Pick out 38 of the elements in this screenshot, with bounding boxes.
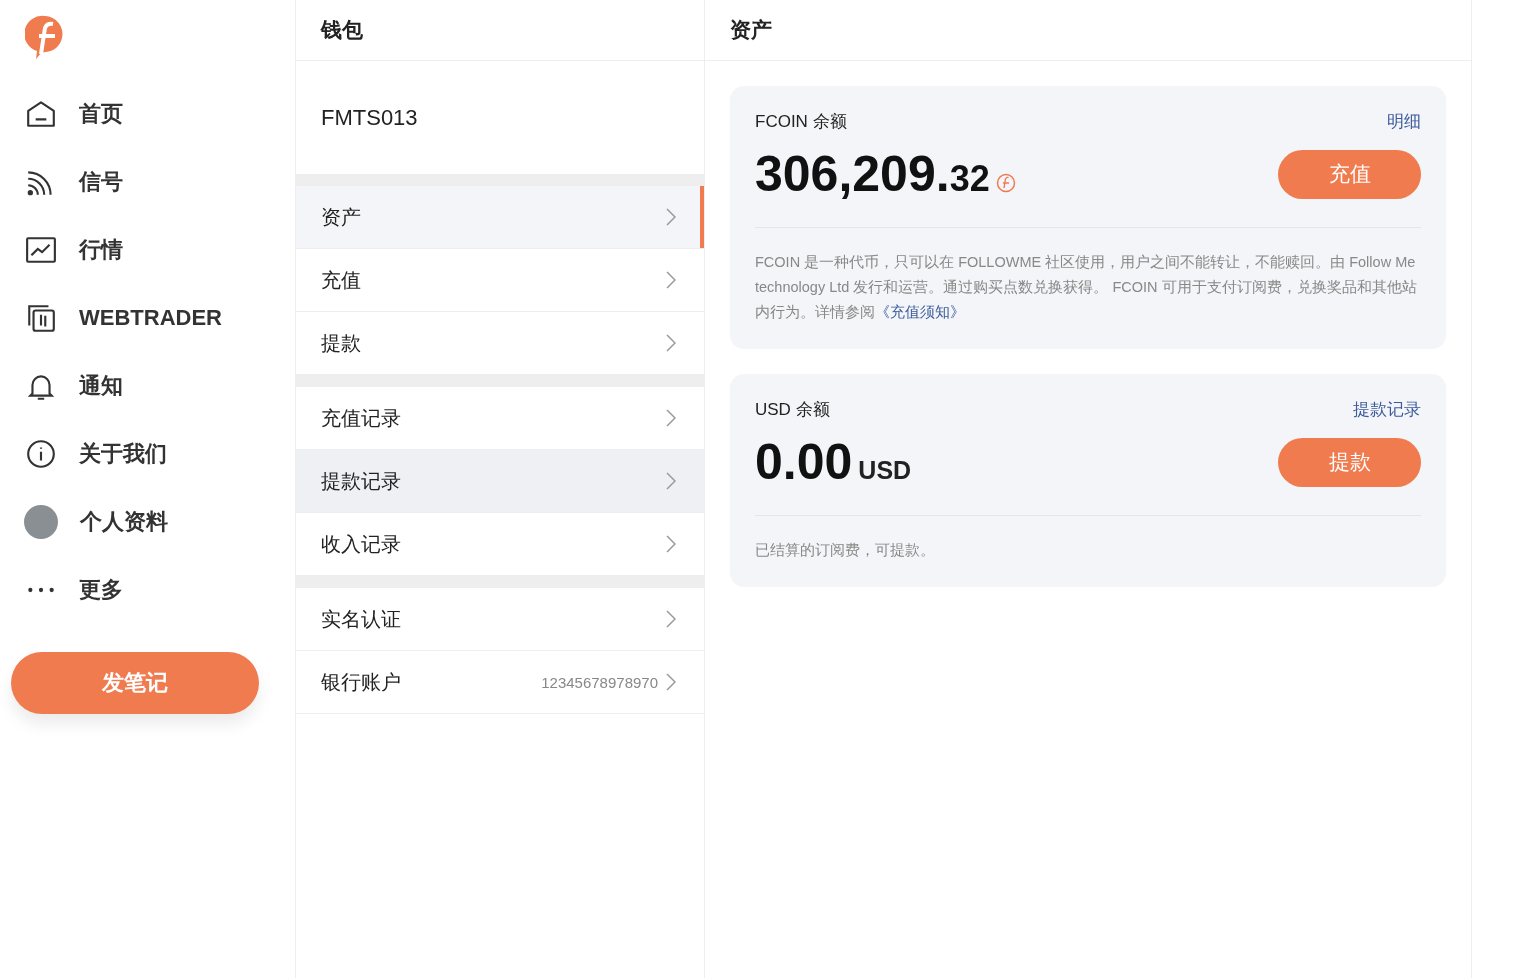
logo-icon[interactable] [25,14,65,60]
details-link[interactable]: 提款记录 [1353,398,1421,421]
chevron-right-icon [666,610,676,628]
balance-label: FCOIN 余额 [755,111,847,133]
nav-link[interactable]: 更多 [79,575,123,605]
trader-icon[interactable] [25,302,57,334]
column-title: 资产 [730,17,772,43]
details-link[interactable]: 明细 [1387,110,1421,133]
column-title: 钱包 [321,17,363,43]
coin-icon [995,173,1016,193]
balance-amount: 306,209.32 [755,149,990,199]
nav-link[interactable]: 信号 [79,167,123,197]
chevron-right-icon [666,535,676,553]
nav-link[interactable]: 通知 [79,371,123,401]
chart-icon[interactable] [25,234,57,266]
chevron-right-icon [666,208,676,226]
balance-description: FCOIN 是一种代币，只可以在 FOLLOWME 社区使用，用户之间不能转让，不能赎回。由 Follow Me technology Ltd 发行和运营。通过购买点数兑换获得。 FCOIN 可用于支付订阅费，兑换奖品和其他站内行为。详情参阅《充值须知》 [755,253,1418,322]
nav-link[interactable]: 行情 [79,235,123,265]
nav-link[interactable]: 个人资料 [80,507,168,537]
info-icon[interactable] [25,438,57,470]
menu-row[interactable]: 提款记录 [296,450,704,513]
chevron-right-icon [666,472,676,490]
nav-link[interactable]: 首页 [79,99,123,129]
home-icon[interactable] [25,98,57,130]
chevron-right-icon [666,409,676,427]
chevron-right-icon [666,334,676,352]
menu-row[interactable]: 资产 [296,186,704,249]
chevron-right-icon [666,271,676,289]
balance-amount: 0.00 [755,437,853,487]
chevron-right-icon [666,673,676,691]
balance-label: USD 余额 [755,399,830,421]
account-id: FMTS013 [321,104,418,131]
currency-unit: USD [858,456,912,485]
balance-description: 已结算的订阅费，可提款。 [755,541,936,560]
avatar-icon[interactable] [24,505,58,539]
nav-link[interactable]: WEBTRADER [79,305,222,331]
notice-link[interactable]: 《充值须知》 [875,304,965,320]
nav-link[interactable]: 关于我们 [79,439,167,469]
